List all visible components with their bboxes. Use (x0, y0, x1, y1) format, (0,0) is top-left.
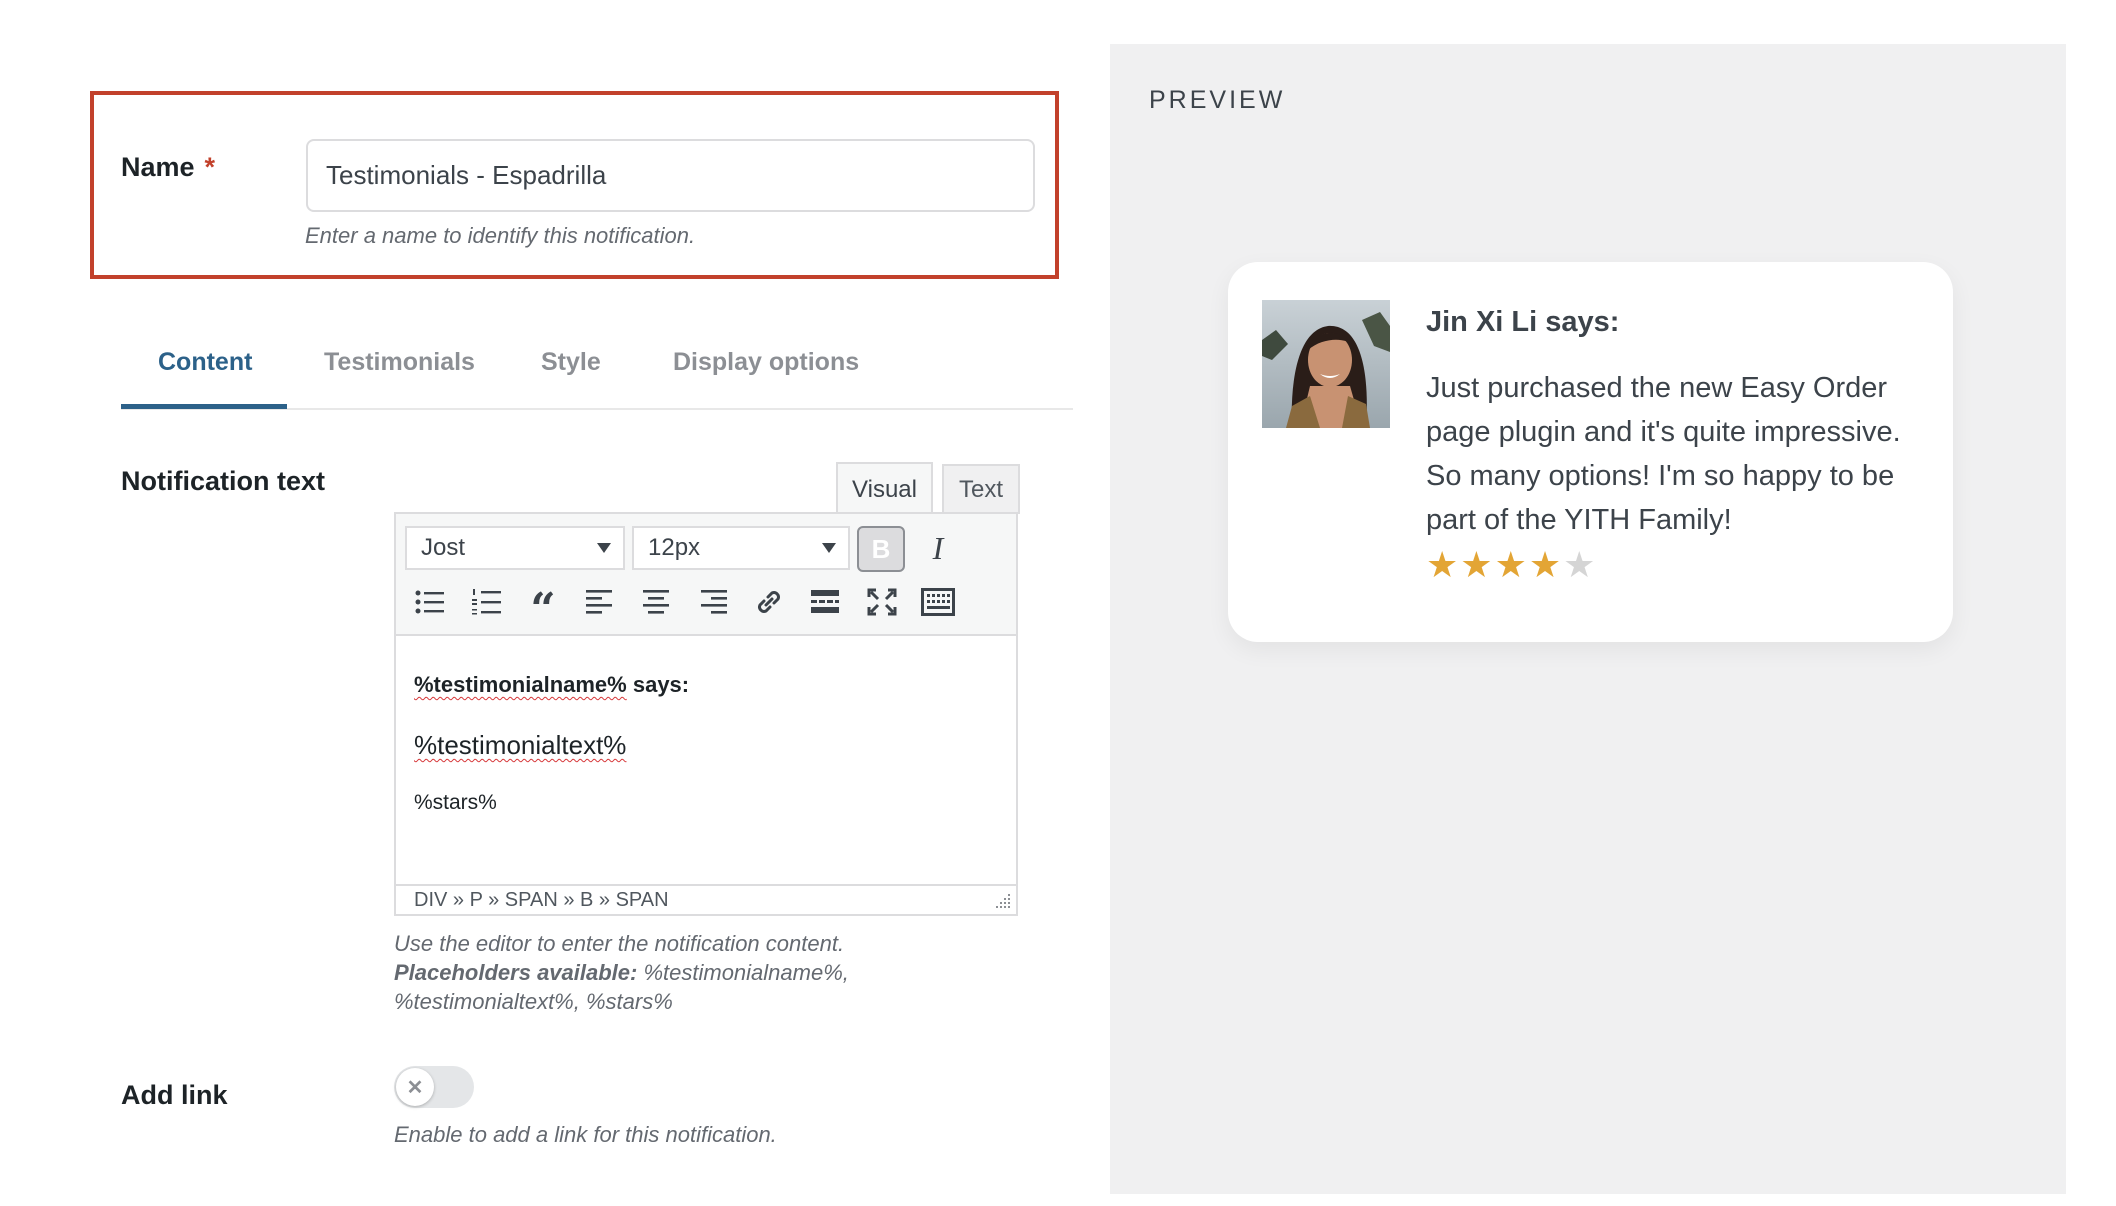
bold-button[interactable]: B (857, 526, 905, 572)
star-filled-icon: ★ (1426, 544, 1459, 585)
element-path: DIV » P » SPAN » B » SPAN (414, 888, 669, 911)
add-link-label: Add link (121, 1080, 228, 1110)
editor-help-placeholders: Placeholders available: %testimonialname… (394, 958, 849, 987)
add-link-help: Enable to add a link for this notificati… (394, 1122, 777, 1147)
tab-visual[interactable]: Visual (836, 462, 933, 516)
active-tab-indicator (121, 404, 287, 409)
name-help: Enter a name to identify this notificati… (305, 223, 696, 248)
align-right-button[interactable] (690, 580, 736, 624)
testimonial-author: Jin Xi Li says: (1426, 306, 1620, 338)
chevron-down-icon (822, 543, 836, 553)
placeholder-testimonialname: %testimonialname% (414, 672, 627, 697)
element-path-bar: DIV » P » SPAN » B » SPAN (396, 884, 1016, 914)
numbered-list-button[interactable] (464, 580, 510, 624)
fullscreen-button[interactable] (859, 580, 905, 624)
content-line-author: %testimonialname% says: (414, 672, 689, 698)
toggle-knob[interactable]: ✕ (396, 1068, 434, 1106)
close-icon: ✕ (406, 1076, 424, 1099)
tab-text[interactable]: Text (942, 464, 1020, 514)
star-empty-icon: ★ (1563, 544, 1596, 585)
numbered-list-icon (472, 589, 501, 615)
tab-display-options[interactable]: Display options (673, 348, 859, 377)
required-mark: * (204, 152, 216, 182)
blockquote-button[interactable]: “ (520, 580, 566, 635)
insert-link-button[interactable] (746, 580, 792, 624)
star-rating: ★ ★ ★ ★ ★ (1426, 545, 1595, 585)
align-right-icon (701, 590, 727, 614)
fullscreen-icon (867, 588, 897, 616)
bullet-list-button[interactable] (407, 580, 453, 624)
content-line-text: %testimonialtext% (414, 730, 626, 761)
preview-title: PREVIEW (1149, 86, 1286, 114)
name-label: Name * (121, 152, 215, 183)
italic-button[interactable]: I (915, 526, 961, 570)
placeholders-list-a: %testimonialname%, (637, 960, 849, 985)
editor-help-line: Use the editor to enter the notification… (394, 931, 845, 956)
read-more-button[interactable] (802, 580, 848, 624)
align-center-button[interactable] (633, 580, 679, 624)
notification-text-label: Notification text (121, 466, 326, 496)
name-label-text: Name (121, 152, 195, 182)
keyboard-icon (921, 588, 955, 616)
tab-content[interactable]: Content (158, 348, 252, 377)
avatar-photo (1262, 300, 1390, 428)
name-input[interactable] (306, 139, 1035, 212)
avatar (1262, 300, 1390, 428)
quote-icon: “ (530, 583, 556, 635)
bullet-list-icon (415, 590, 444, 614)
placeholder-testimonialtext: %testimonialtext% (414, 730, 627, 760)
toolbar-toggle-button[interactable] (915, 580, 961, 624)
align-left-icon (586, 590, 612, 614)
placeholders-list-b: %testimonialtext%, %stars% (394, 989, 673, 1014)
link-icon (758, 591, 780, 613)
resize-handle[interactable] (996, 892, 1012, 913)
font-size-select[interactable]: 12px (632, 526, 850, 570)
tab-style[interactable]: Style (541, 348, 601, 377)
star-filled-icon: ★ (1528, 544, 1562, 585)
font-family-select[interactable]: Jost (405, 526, 625, 570)
align-left-button[interactable] (577, 580, 623, 624)
placeholders-label: Placeholders available: (394, 960, 638, 985)
editor-help: Use the editor to enter the notification… (394, 929, 849, 1016)
chevron-down-icon (597, 543, 611, 553)
font-size-value: 12px (648, 534, 701, 561)
star-filled-icon: ★ (1460, 544, 1493, 585)
align-center-icon (643, 590, 669, 614)
tab-testimonials[interactable]: Testimonials (324, 348, 475, 377)
content-line-suffix: says: (626, 672, 690, 697)
star-filled-icon: ★ (1494, 544, 1527, 585)
font-family-value: Jost (421, 534, 466, 561)
testimonial-text: Just purchased the new Easy Order page p… (1426, 372, 1901, 536)
content-line-stars: %stars% (414, 791, 497, 814)
resize-grip-icon (996, 894, 1010, 908)
read-more-icon (811, 590, 839, 613)
